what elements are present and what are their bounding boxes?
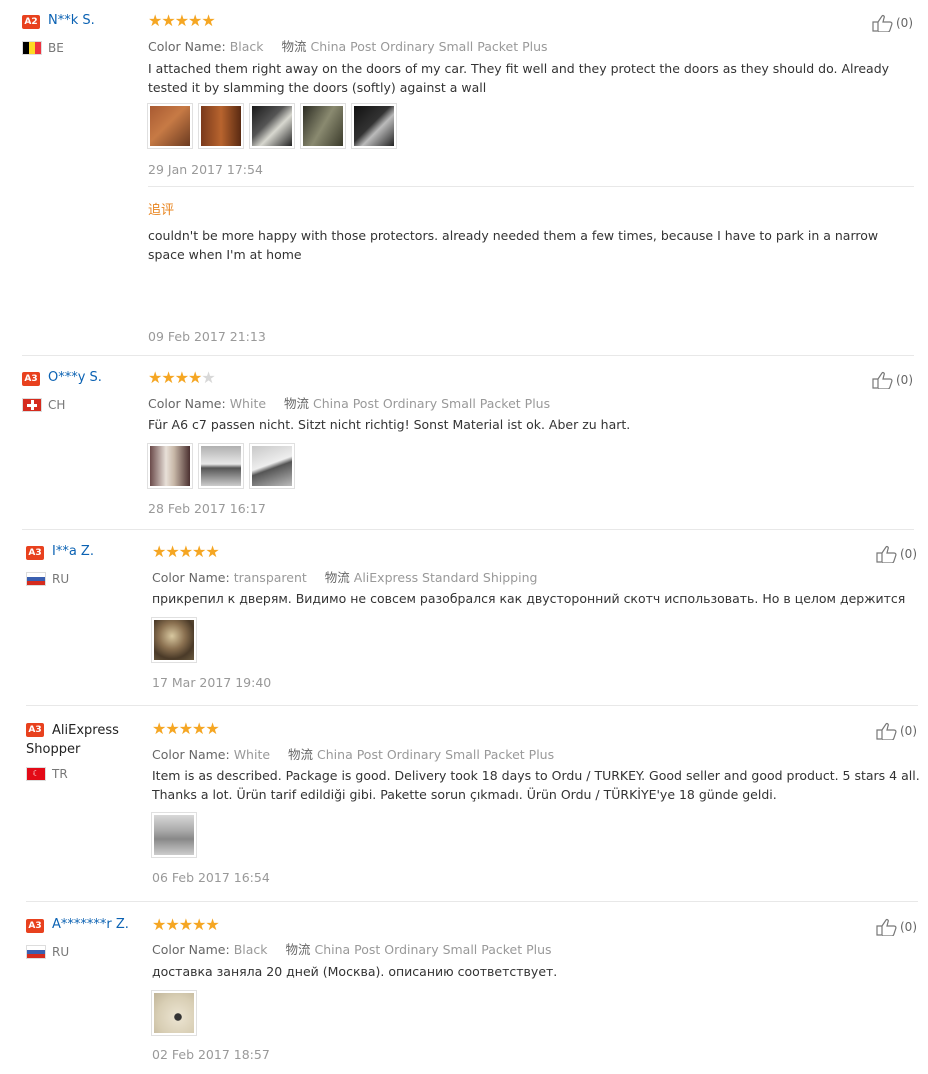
review-item: A3 O***y S. CH ★★★★★ (0) Color Name: Whi… xyxy=(0,356,928,530)
reviewer-name[interactable]: A*******r Z. xyxy=(52,917,129,932)
helpful-button[interactable]: (0) xyxy=(876,545,917,563)
review-text: доставка заняла 20 дней (Москва). описан… xyxy=(152,964,558,979)
review-meta: Color Name: Black 物流 China Post Ordinary… xyxy=(148,36,548,55)
thumbs-up-icon xyxy=(876,546,897,563)
reviewer-country: BE xyxy=(48,41,64,55)
review-photo[interactable] xyxy=(351,103,397,149)
thumbs-up-icon xyxy=(876,723,897,740)
color-name-label: Color Name: xyxy=(148,396,226,411)
review-photos xyxy=(151,617,197,663)
reviewer-country: CH xyxy=(48,398,66,412)
followup-label: 追评 xyxy=(148,203,175,218)
review-photo[interactable] xyxy=(300,103,346,149)
review-photo[interactable] xyxy=(249,103,295,149)
review-photos xyxy=(151,990,197,1036)
review-photo[interactable] xyxy=(198,443,244,489)
color-name-label: Color Name: xyxy=(152,942,230,957)
star-rating: ★★★★★ xyxy=(148,368,216,387)
star-rating: ★★★★★ xyxy=(152,915,220,934)
color-value: Black xyxy=(233,942,268,957)
review-meta: Color Name: White 物流 China Post Ordinary… xyxy=(152,744,554,763)
helpful-button[interactable]: (0) xyxy=(876,918,917,936)
reviewer-country: RU xyxy=(52,572,70,586)
russia-flag-icon xyxy=(26,945,46,959)
review-photos xyxy=(147,103,397,149)
followup-text: couldn't be more happy with those protec… xyxy=(148,228,879,262)
color-name-label: Color Name: xyxy=(152,747,230,762)
helpful-button[interactable]: (0) xyxy=(872,371,913,389)
star-rating: ★★★★★ xyxy=(148,11,216,30)
thumbs-up-icon xyxy=(872,372,893,389)
shipping-value: China Post Ordinary Small Packet Plus xyxy=(314,942,552,957)
review-photos xyxy=(151,812,197,858)
helpful-button[interactable]: (0) xyxy=(872,14,913,32)
shipping-label: 物流 xyxy=(284,396,310,411)
star-rating: ★★★★★ xyxy=(152,719,220,738)
review-meta: Color Name: White 物流 China Post Ordinary… xyxy=(148,393,550,412)
review-date: 28 Feb 2017 16:17 xyxy=(148,501,266,516)
shipping-label: 物流 xyxy=(324,570,350,585)
review-date: 29 Jan 2017 17:54 xyxy=(148,162,263,177)
review-photo[interactable] xyxy=(249,443,295,489)
belgium-flag-icon xyxy=(22,41,42,55)
thumbs-up-icon xyxy=(876,919,897,936)
buyer-level-badge: A2 xyxy=(22,15,40,29)
helpful-button[interactable]: (0) xyxy=(876,722,917,740)
review-meta: Color Name: Black 物流 China Post Ordinary… xyxy=(152,939,552,958)
review-text: Item is as described. Package is good. D… xyxy=(152,768,920,802)
shipping-label: 物流 xyxy=(288,747,314,762)
review-date: 02 Feb 2017 18:57 xyxy=(152,1047,270,1062)
switzerland-flag-icon xyxy=(22,398,42,412)
color-value: White xyxy=(233,747,271,762)
reviewer-name[interactable]: O***y S. xyxy=(48,370,102,385)
reviewer-name[interactable]: N**k S. xyxy=(48,13,95,28)
shipping-label: 物流 xyxy=(285,942,311,957)
russia-flag-icon xyxy=(26,572,46,586)
buyer-level-badge: A3 xyxy=(26,919,44,933)
followup-date: 09 Feb 2017 21:13 xyxy=(148,329,266,344)
review-photo[interactable] xyxy=(198,103,244,149)
review-photo[interactable] xyxy=(151,812,197,858)
review-item: A3 I**a Z. RU ★★★★★ (0) Color Name: tran… xyxy=(0,530,928,706)
color-value: Black xyxy=(229,39,264,54)
reviewer-name[interactable]: I**a Z. xyxy=(52,544,94,559)
star-rating: ★★★★★ xyxy=(152,542,220,561)
review-photo[interactable] xyxy=(147,443,193,489)
shipping-label: 物流 xyxy=(281,39,307,54)
review-text: I attached them right away on the doors … xyxy=(148,61,890,95)
review-date: 06 Feb 2017 16:54 xyxy=(152,870,270,885)
review-item: A2 N**k S. BE ★★★★★ (0) Color Name: Blac… xyxy=(0,0,928,356)
shipping-value: China Post Ordinary Small Packet Plus xyxy=(317,747,555,762)
review-photos xyxy=(147,443,295,489)
shipping-value: China Post Ordinary Small Packet Plus xyxy=(313,396,551,411)
buyer-level-badge: A3 xyxy=(22,372,40,386)
reviewer-country: RU xyxy=(52,945,70,959)
color-value: White xyxy=(229,396,267,411)
shipping-value: AliExpress Standard Shipping xyxy=(353,570,538,585)
review-item: A3 A*******r Z. RU ★★★★★ (0) Color Name:… xyxy=(0,902,928,1074)
review-text: прикрепил к дверям. Видимо не совсем раз… xyxy=(152,591,906,606)
turkey-flag-icon: ☾ xyxy=(26,767,46,781)
helpful-count: (0) xyxy=(896,16,913,30)
followup-divider xyxy=(148,186,914,187)
review-meta: Color Name: transparent 物流 AliExpress St… xyxy=(152,567,537,586)
review-text: Für A6 c7 passen nicht. Sitzt nicht rich… xyxy=(148,417,631,432)
buyer-level-badge: A3 xyxy=(26,546,44,560)
helpful-count: (0) xyxy=(896,373,913,387)
review-photo[interactable] xyxy=(147,103,193,149)
review-photo[interactable] xyxy=(151,617,197,663)
color-value: transparent xyxy=(233,570,307,585)
color-name-label: Color Name: xyxy=(148,39,226,54)
helpful-count: (0) xyxy=(900,724,917,738)
reviewer-name[interactable]: AliExpress Shopper xyxy=(26,721,126,759)
color-name-label: Color Name: xyxy=(152,570,230,585)
review-photo[interactable] xyxy=(151,990,197,1036)
thumbs-up-icon xyxy=(872,15,893,32)
reviewer-country: TR xyxy=(52,767,68,781)
helpful-count: (0) xyxy=(900,547,917,561)
review-item: A3 AliExpress Shopper ☾ TR ★★★★★ (0) Col… xyxy=(0,706,928,902)
helpful-count: (0) xyxy=(900,920,917,934)
review-date: 17 Mar 2017 19:40 xyxy=(152,675,272,690)
shipping-value: China Post Ordinary Small Packet Plus xyxy=(310,39,548,54)
